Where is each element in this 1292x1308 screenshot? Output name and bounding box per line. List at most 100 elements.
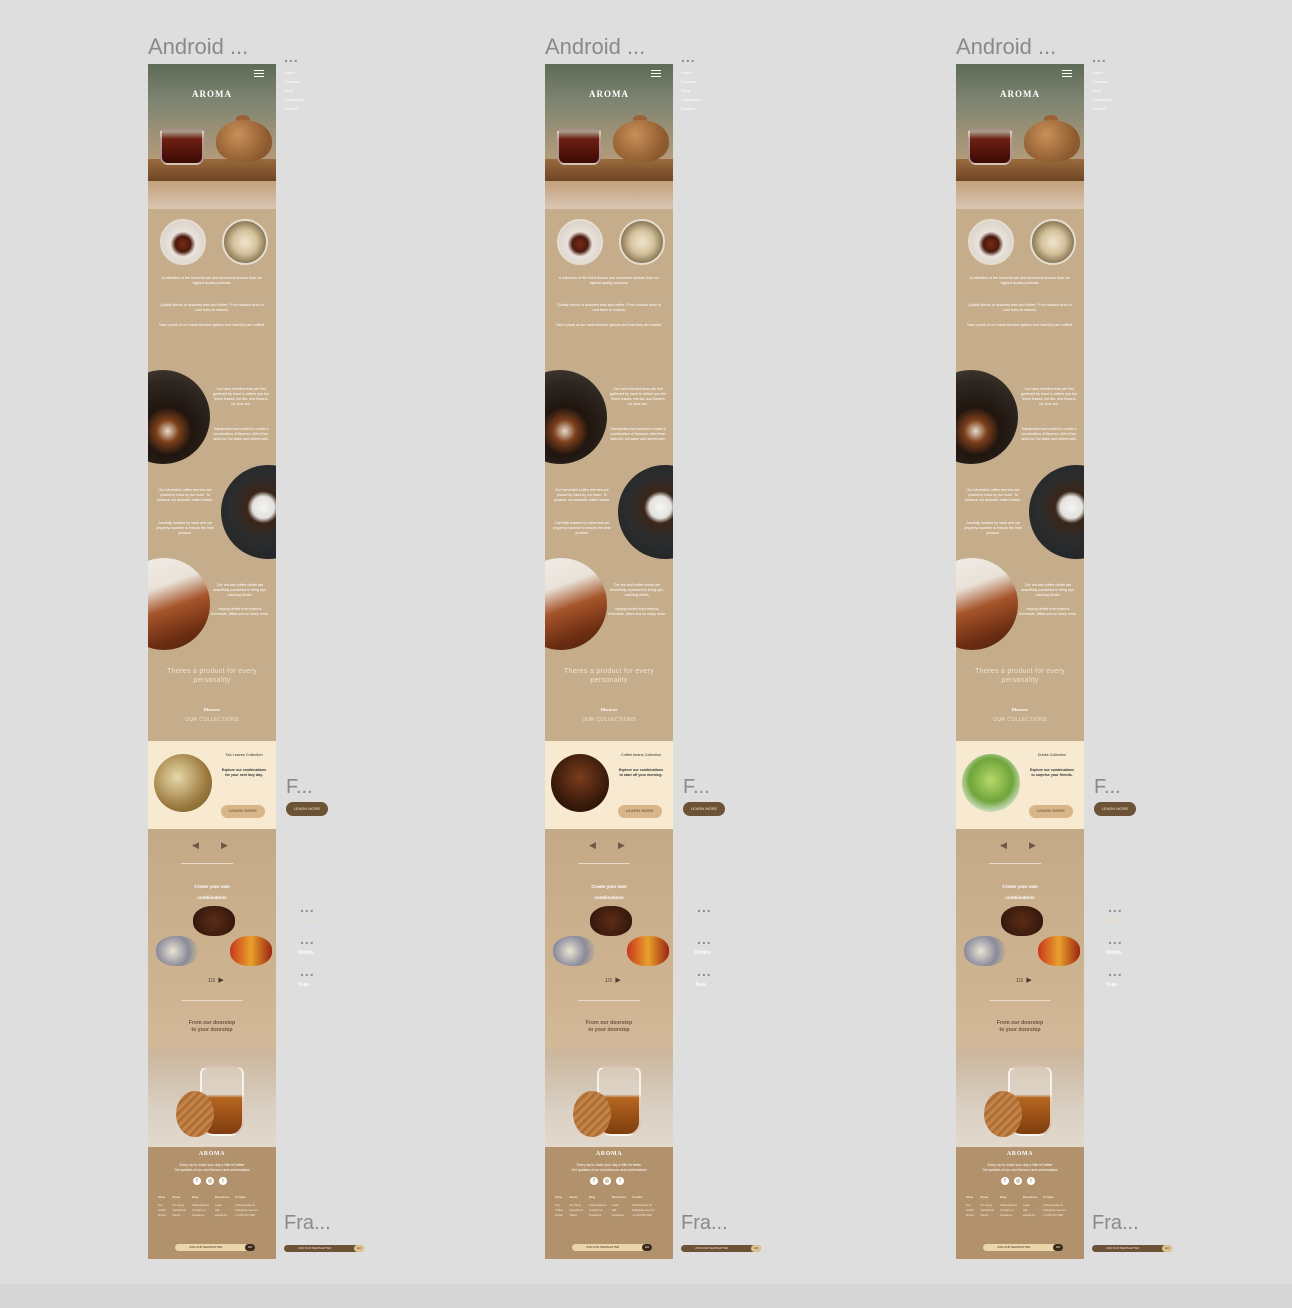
footer-link[interactable]: Instagram [215, 1213, 229, 1218]
nav-item-products[interactable]: Products [1092, 77, 1122, 86]
newsletter-go-button[interactable]: GO [1053, 1244, 1063, 1251]
newsletter-input-variant[interactable]: JOIN OUR NEWSLETTER GO [681, 1245, 761, 1252]
drinks-blend-image[interactable] [964, 936, 1006, 966]
footer-link[interactable]: Values [569, 1213, 583, 1218]
side-link-teas[interactable]: Teas [1106, 980, 1117, 988]
tea-blend-image[interactable] [627, 936, 669, 966]
hamburger-menu-icon[interactable] [254, 68, 264, 79]
pager-next-icon[interactable]: ▶ [1026, 977, 1031, 984]
tea-blend-image[interactable] [230, 936, 272, 966]
instagram-icon[interactable]: ◎ [603, 1177, 611, 1185]
canvas-bottom-strip [0, 1284, 1292, 1308]
footer-link[interactable]: Drinks [555, 1213, 563, 1218]
more-options-icon[interactable]: ... [697, 964, 712, 978]
learn-more-button[interactable]: LEARN MORE [1029, 805, 1073, 818]
nav-item-shop[interactable]: Shop [284, 86, 314, 95]
drinks-blend-image[interactable] [156, 936, 198, 966]
hamburger-menu-icon[interactable] [1062, 68, 1072, 79]
newsletter-input[interactable]: JOIN OUR NEWSLETTER GO [983, 1244, 1063, 1251]
instagram-icon[interactable]: ◎ [1014, 1177, 1022, 1185]
prev-arrow-icon[interactable]: ◀ [192, 840, 199, 851]
instagram-icon[interactable]: ◎ [206, 1177, 214, 1185]
drinks-blend-image[interactable] [553, 936, 595, 966]
footer-link[interactable]: +1 234 567 890 [235, 1213, 258, 1218]
more-options-icon[interactable]: ... [1108, 900, 1123, 914]
footer-link[interactable]: +1 234 567 890 [1043, 1213, 1066, 1218]
more-options-icon[interactable]: ... [300, 900, 315, 914]
nav-item-contact[interactable]: Contact [1092, 104, 1122, 113]
prev-arrow-icon[interactable]: ◀ [589, 840, 596, 851]
more-options-icon[interactable]: ... [1092, 50, 1107, 64]
learn-more-button-variant[interactable]: LEARN MORE [286, 802, 328, 816]
more-options-icon[interactable]: ... [697, 900, 712, 914]
side-link-teas[interactable]: Teas [695, 980, 706, 988]
footer-link[interactable]: Values [980, 1213, 994, 1218]
nav-item-shop[interactable]: Shop [681, 86, 711, 95]
newsletter-go-button[interactable]: GO [751, 1245, 761, 1252]
nav-item-contact[interactable]: Contact [284, 104, 314, 113]
twitter-icon[interactable]: t [219, 1177, 227, 1185]
learn-more-button-variant[interactable]: LEARN MORE [683, 802, 725, 816]
more-options-icon[interactable]: ... [284, 50, 299, 64]
more-options-icon[interactable]: ... [681, 50, 696, 64]
facebook-icon[interactable]: f [193, 1177, 201, 1185]
coffee-blend-image[interactable] [590, 906, 632, 936]
coffee-blend-image[interactable] [193, 906, 235, 936]
coffee-blend-image[interactable] [1001, 906, 1043, 936]
tea-blend-image[interactable] [1038, 936, 1080, 966]
nav-item-home[interactable]: Home [1092, 68, 1122, 77]
footer-link[interactable]: Instagram [1023, 1213, 1037, 1218]
newsletter-go-button[interactable]: GO [245, 1244, 255, 1251]
learn-more-button-variant[interactable]: LEARN MORE [1094, 802, 1136, 816]
prev-arrow-icon[interactable]: ◀ [1000, 840, 1007, 851]
twitter-icon[interactable]: t [1027, 1177, 1035, 1185]
newsletter-go-button[interactable]: GO [354, 1245, 364, 1252]
footer-link[interactable]: Values [172, 1213, 186, 1218]
next-arrow-icon[interactable]: ▶ [221, 840, 228, 851]
nav-item-home[interactable]: Home [681, 68, 711, 77]
hamburger-menu-icon[interactable] [651, 68, 661, 79]
more-options-icon[interactable]: ... [697, 932, 712, 946]
newsletter-input-variant[interactable]: JOIN OUR NEWSLETTER GO [284, 1245, 364, 1252]
more-options-icon[interactable]: ... [300, 964, 315, 978]
next-arrow-icon[interactable]: ▶ [618, 840, 625, 851]
learn-more-button[interactable]: LEARN MORE [221, 805, 265, 818]
nav-item-products[interactable]: Products [681, 77, 711, 86]
newsletter-input[interactable]: JOIN OUR NEWSLETTER GO [572, 1244, 652, 1251]
footer-link[interactable]: Drinks [966, 1213, 974, 1218]
footer-link[interactable]: Locations [589, 1213, 606, 1218]
footer-link[interactable]: Locations [1000, 1213, 1017, 1218]
nav-item-collections[interactable]: Collections [1092, 95, 1122, 104]
newsletter-go-button[interactable]: GO [642, 1244, 652, 1251]
nav-item-products[interactable]: Products [284, 77, 314, 86]
footer-link[interactable]: Locations [192, 1213, 209, 1218]
next-arrow-icon[interactable]: ▶ [1029, 840, 1036, 851]
twitter-icon[interactable]: t [616, 1177, 624, 1185]
nav-item-home[interactable]: Home [284, 68, 314, 77]
nav-item-shop[interactable]: Shop [1092, 86, 1122, 95]
side-link-teas[interactable]: Teas [298, 980, 309, 988]
facebook-icon[interactable]: f [1001, 1177, 1009, 1185]
side-link-drinks[interactable]: Drinks [298, 948, 314, 956]
side-link-coffee[interactable]: Coffee [298, 916, 314, 924]
more-options-icon[interactable]: ... [300, 932, 315, 946]
more-options-icon[interactable]: ... [1108, 932, 1123, 946]
pager-next-icon[interactable]: ▶ [615, 977, 620, 984]
footer-link[interactable]: Drinks [158, 1213, 166, 1218]
nav-item-contact[interactable]: Contact [681, 104, 711, 113]
nav-item-collections[interactable]: Collections [681, 95, 711, 104]
facebook-icon[interactable]: f [590, 1177, 598, 1185]
side-link-drinks[interactable]: Drinks [1106, 948, 1122, 956]
footer-link[interactable]: +1 234 567 890 [632, 1213, 655, 1218]
more-options-icon[interactable]: ... [1108, 964, 1123, 978]
pager-next-icon[interactable]: ▶ [218, 977, 223, 984]
learn-more-button[interactable]: LEARN MORE [618, 805, 662, 818]
newsletter-input-variant[interactable]: JOIN OUR NEWSLETTER GO [1092, 1245, 1172, 1252]
nav-item-collections[interactable]: Collections [284, 95, 314, 104]
footer-link[interactable]: Instagram [612, 1213, 626, 1218]
side-link-coffee[interactable]: Coffee [1106, 916, 1122, 924]
side-link-coffee[interactable]: Coffee [695, 916, 711, 924]
newsletter-go-button[interactable]: GO [1162, 1245, 1172, 1252]
side-link-drinks[interactable]: Drinks [695, 948, 711, 956]
newsletter-input[interactable]: JOIN OUR NEWSLETTER GO [175, 1244, 255, 1251]
